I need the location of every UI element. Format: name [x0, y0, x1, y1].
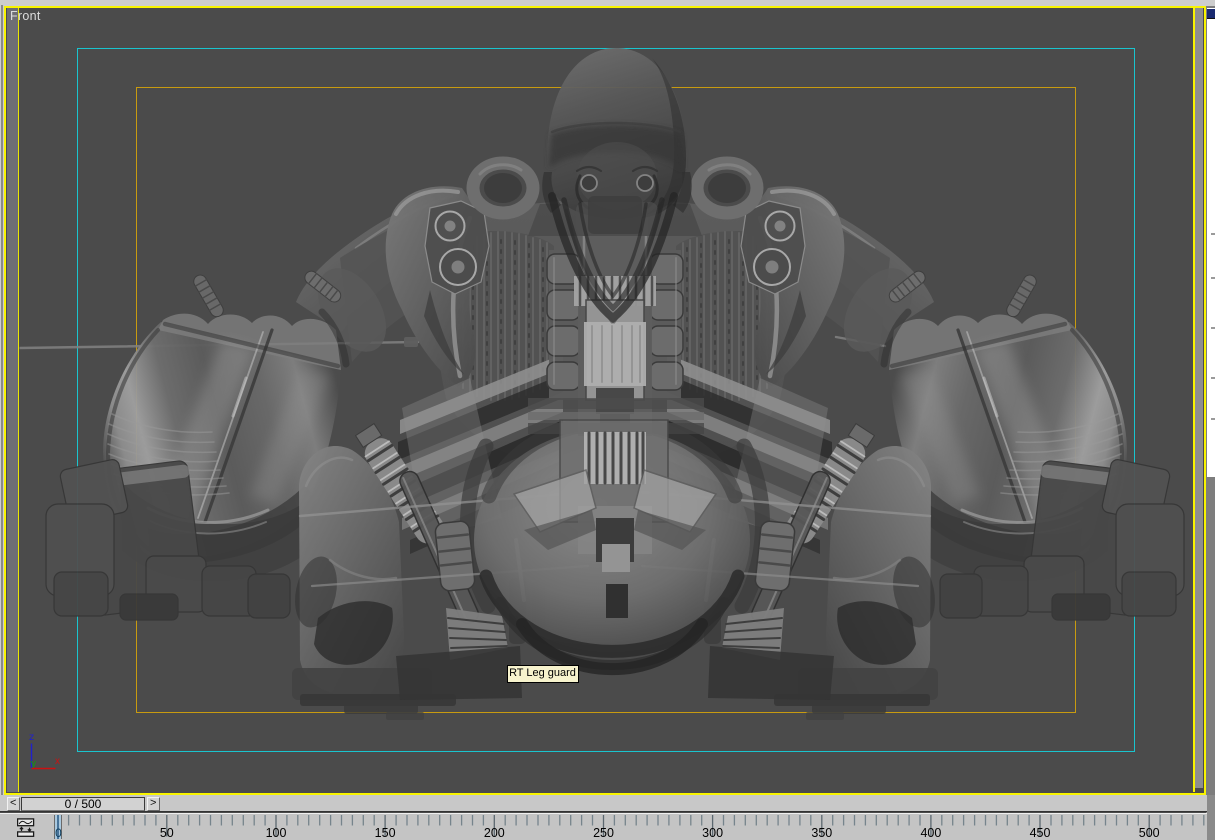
svg-text:x: x	[55, 756, 60, 767]
svg-text:z: z	[29, 731, 34, 743]
